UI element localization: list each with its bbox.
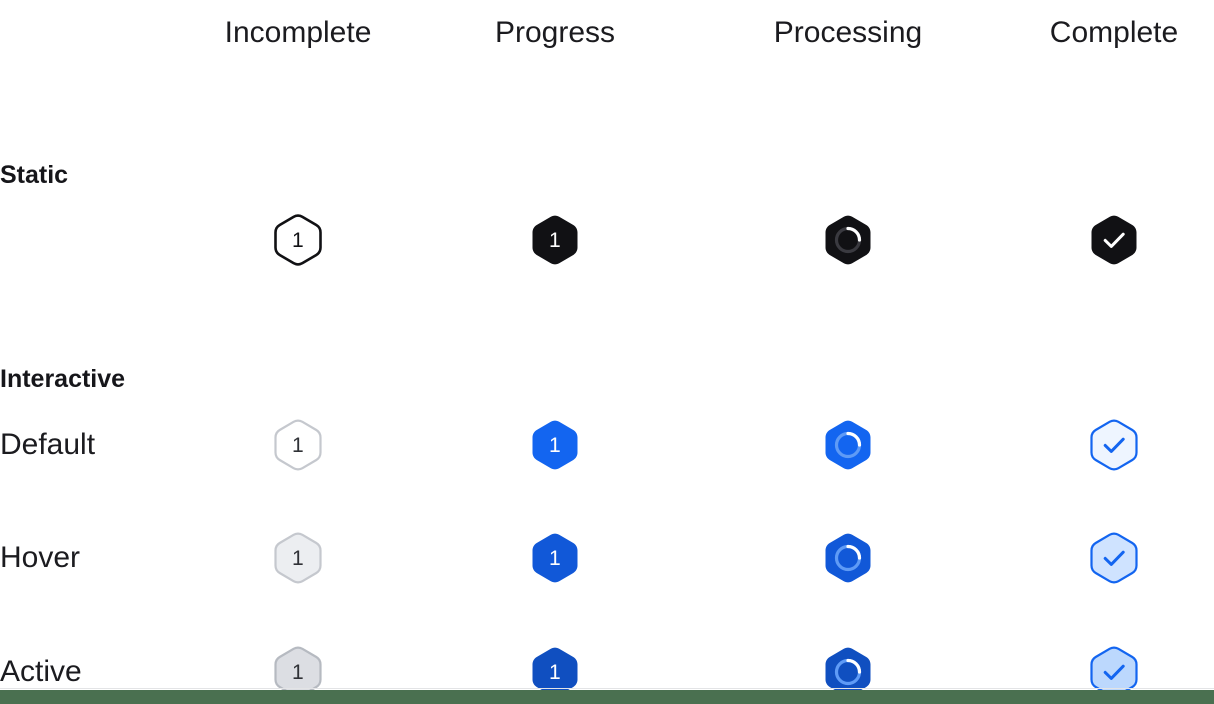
section-title-interactive: Interactive [0, 365, 126, 393]
column-header-complete: Complete [1049, 16, 1179, 49]
bottom-green-bar [0, 690, 1214, 704]
step-hex-static-processing [818, 210, 878, 270]
step-hex-default-incomplete[interactable]: 1 [268, 415, 328, 475]
step-hex-hover-processing[interactable] [818, 528, 878, 588]
hexagon-shape [1087, 213, 1141, 267]
hexagon-shape: 1 [528, 213, 582, 267]
column-header-incomplete: Incomplete [224, 16, 372, 49]
step-hex-hover-incomplete[interactable]: 1 [268, 528, 328, 588]
section-title-static: Static [0, 161, 69, 189]
hexagon-shape [821, 418, 875, 472]
hexagon-shape: 1 [271, 418, 325, 472]
row-label-active: Active [0, 655, 82, 688]
hexagon-shape [821, 531, 875, 585]
step-hex-hover-complete[interactable] [1084, 528, 1144, 588]
stepper-spec-sheet: Incomplete Progress Processing Complete Stat… [0, 0, 1214, 698]
column-header-progress: Progress [494, 16, 616, 49]
column-header-processing: Processing [773, 16, 923, 49]
row-label-hover: Hover [0, 541, 81, 574]
step-hex-default-processing[interactable] [818, 415, 878, 475]
step-hex-static-progress: 1 [525, 210, 585, 270]
step-hex-default-complete[interactable] [1084, 415, 1144, 475]
hexagon-shape: 1 [528, 418, 582, 472]
step-hex-static-complete [1084, 210, 1144, 270]
hexagon-shape [1087, 418, 1141, 472]
row-label-default: Default [0, 428, 96, 461]
hexagon-shape: 1 [271, 213, 325, 267]
hexagon-shape: 1 [271, 531, 325, 585]
step-hex-default-progress[interactable]: 1 [525, 415, 585, 475]
step-hex-hover-progress[interactable]: 1 [525, 528, 585, 588]
bottom-divider [0, 688, 1214, 689]
hexagon-shape: 1 [528, 531, 582, 585]
step-hex-static-incomplete: 1 [268, 210, 328, 270]
hexagon-shape [821, 213, 875, 267]
hexagon-shape [1087, 531, 1141, 585]
